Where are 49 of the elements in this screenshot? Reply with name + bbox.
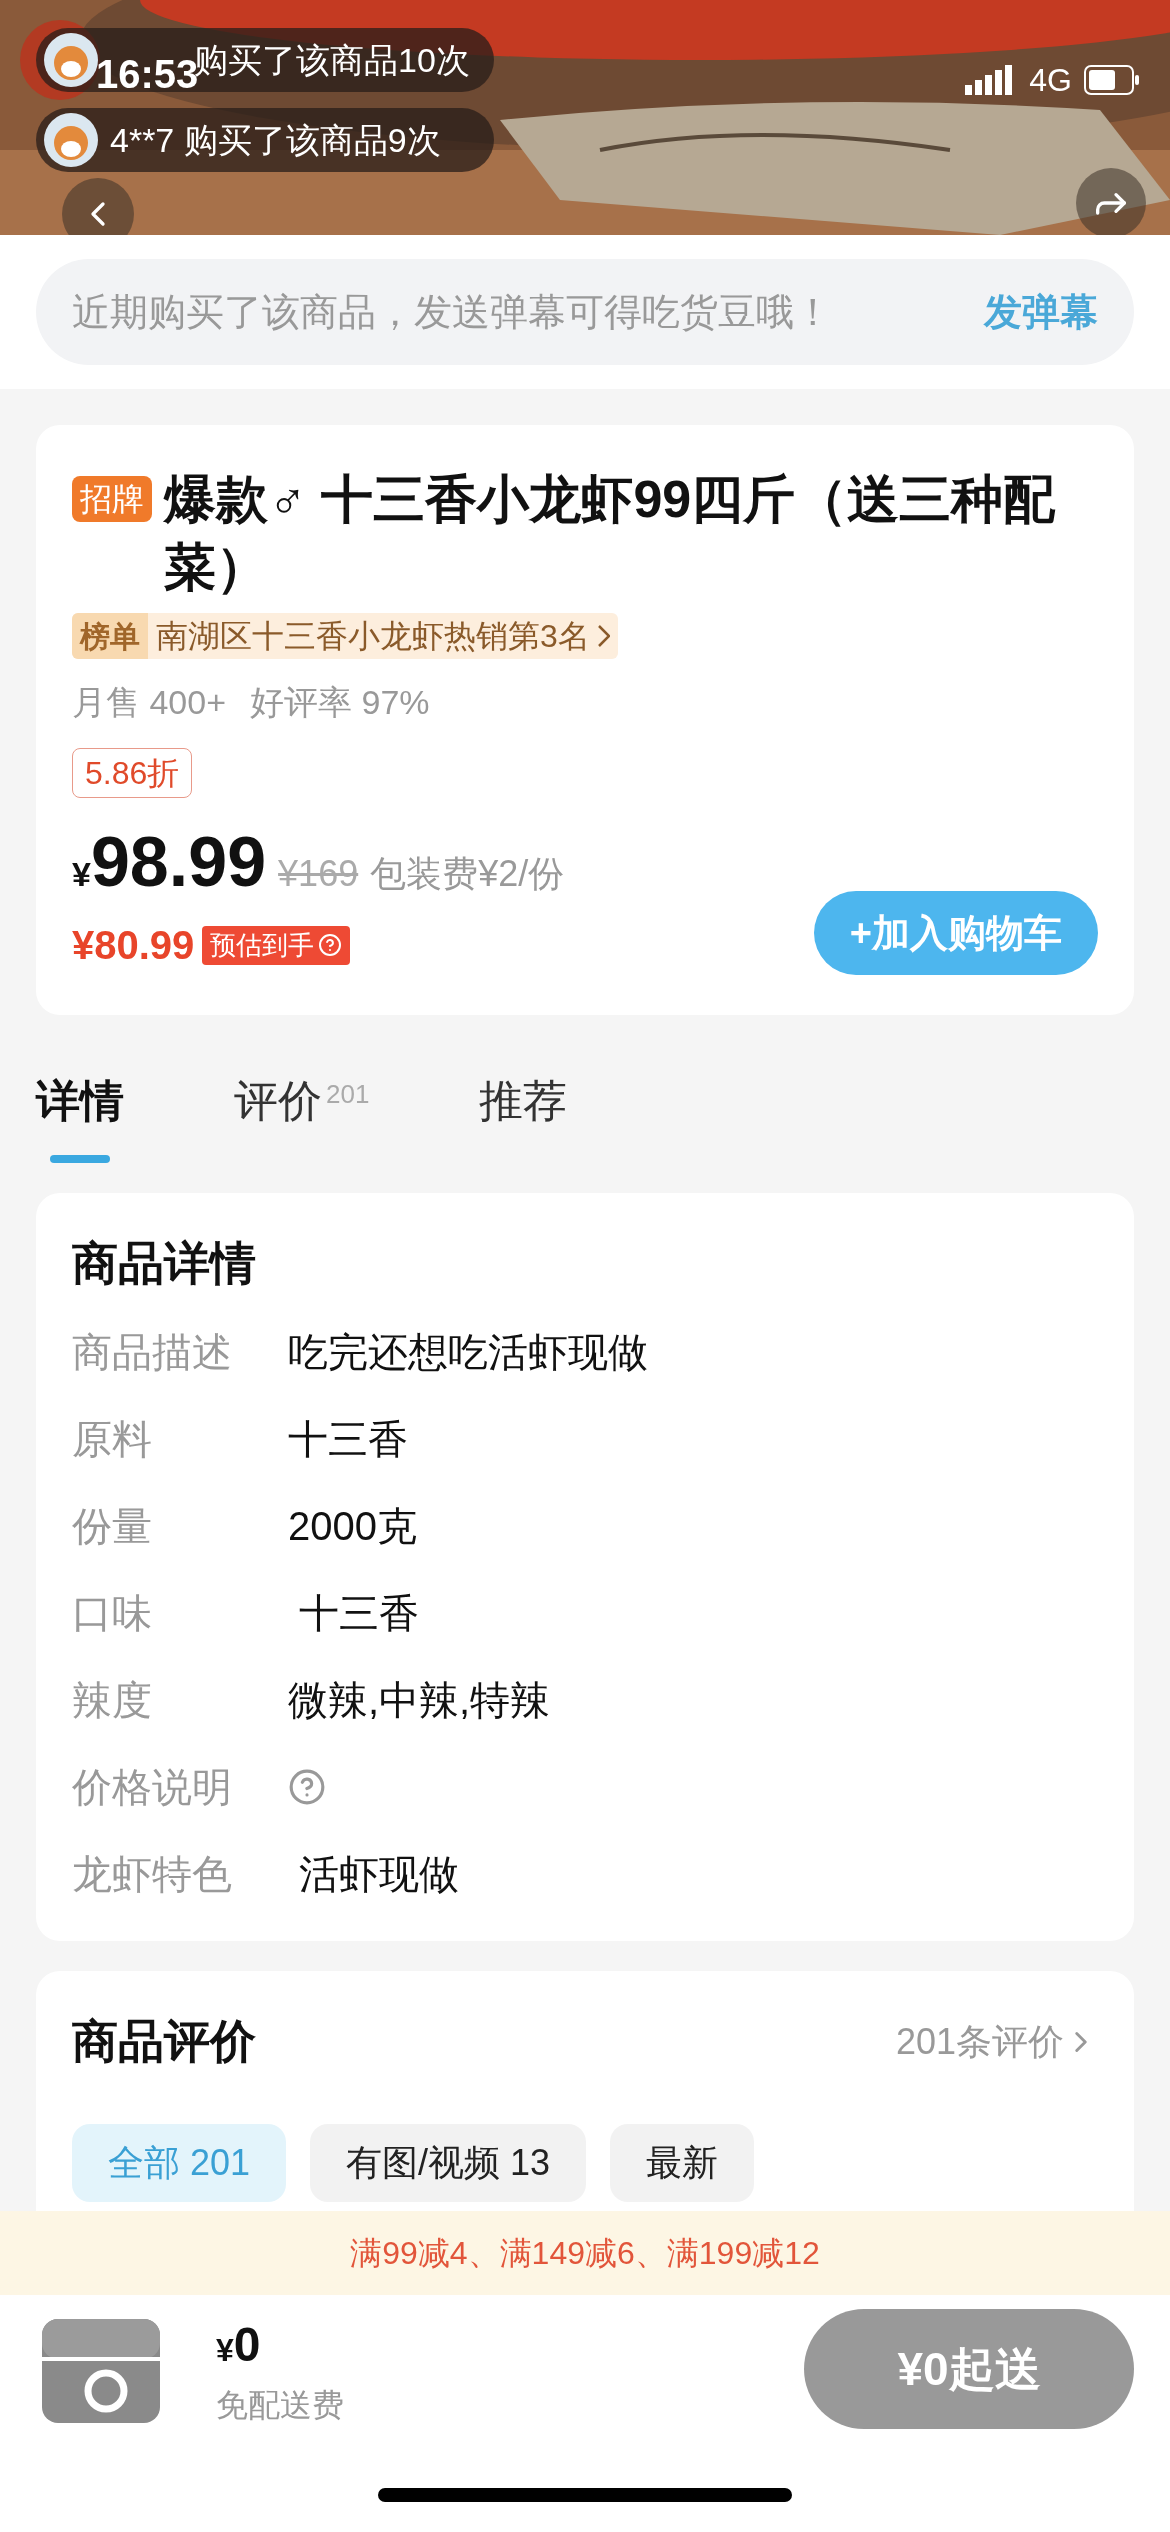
detail-value: 2000克: [288, 1502, 417, 1550]
danmaku-placeholder: 近期购买了该商品，发送弹幕可得吃货豆哦！: [72, 289, 832, 335]
tab[interactable]: 详情: [36, 1071, 124, 1167]
estimated-price: ¥80.99: [72, 922, 195, 969]
detail-value: 活虾现做: [298, 1850, 460, 1898]
detail-label: 份量: [72, 1502, 153, 1550]
ranking-text: 南湖区十三香小龙虾热销第3名: [156, 617, 590, 656]
battery-icon: [1084, 65, 1140, 95]
ranking-banner[interactable]: 榜单 南湖区十三香小龙虾热销第3名: [72, 613, 618, 659]
detail-label: 龙虾特色: [72, 1850, 233, 1898]
detail-label: 商品描述: [72, 1328, 233, 1376]
original-price: ¥169: [278, 852, 359, 896]
monthly-sales: 月售 400+: [72, 682, 227, 723]
details-title: 商品详情: [72, 1236, 257, 1291]
discount-tag: 5.86折: [72, 748, 193, 798]
signature-badge: 招牌: [72, 476, 152, 522]
estimated-label: 预估到手: [202, 925, 351, 965]
cart-total: ¥0: [216, 2317, 262, 2373]
promo-text: 满99减4、满149减6、满199减12: [350, 2234, 820, 2273]
avatar-icon: [44, 33, 98, 87]
network-label: 4G: [1029, 61, 1072, 100]
review-filter-chip[interactable]: 最新: [610, 2124, 755, 2202]
detail-value: 吃完还想吃活虾现做: [288, 1328, 648, 1376]
reviews-title: 商品评价: [72, 2014, 256, 2069]
help-icon: [318, 933, 343, 957]
tab[interactable]: 推荐: [479, 1071, 568, 1167]
help-icon[interactable]: [288, 1767, 326, 1806]
share-button[interactable]: [1076, 168, 1146, 235]
review-filter-chip[interactable]: 全部 201: [72, 2124, 287, 2202]
review-filter-chip[interactable]: 有图/视频 13: [310, 2124, 587, 2202]
detail-value: 微辣,中辣,特辣: [288, 1676, 551, 1724]
product-title: 爆款♂ 十三香小龙虾99四斤（送三种配菜）: [164, 469, 1057, 598]
detail-value: 十三香: [288, 1415, 408, 1463]
delivery-fee: 免配送费: [216, 2386, 344, 2425]
packing-fee: 包装费¥2/份: [370, 852, 565, 896]
chevron-right-icon: [597, 625, 610, 647]
detail-label: 价格说明: [72, 1763, 233, 1811]
detail-label: 原料: [72, 1415, 153, 1463]
ranking-badge: 榜单: [72, 613, 148, 659]
detail-label: 辣度: [72, 1676, 153, 1724]
checkout-button[interactable]: ¥0起送: [804, 2309, 1134, 2429]
detail-label: 口味: [72, 1589, 153, 1637]
detail-value: 十三香: [298, 1589, 420, 1637]
avatar-icon: [44, 113, 98, 167]
tab[interactable]: 评价$^{201}$: [234, 1071, 370, 1167]
danmaku-text: 4**7 购买了该商品9次: [110, 119, 441, 161]
all-reviews-link[interactable]: 201条评价: [895, 2014, 1098, 2069]
current-price: ¥98.99: [72, 822, 267, 903]
rating: 好评率 97%: [250, 682, 430, 723]
